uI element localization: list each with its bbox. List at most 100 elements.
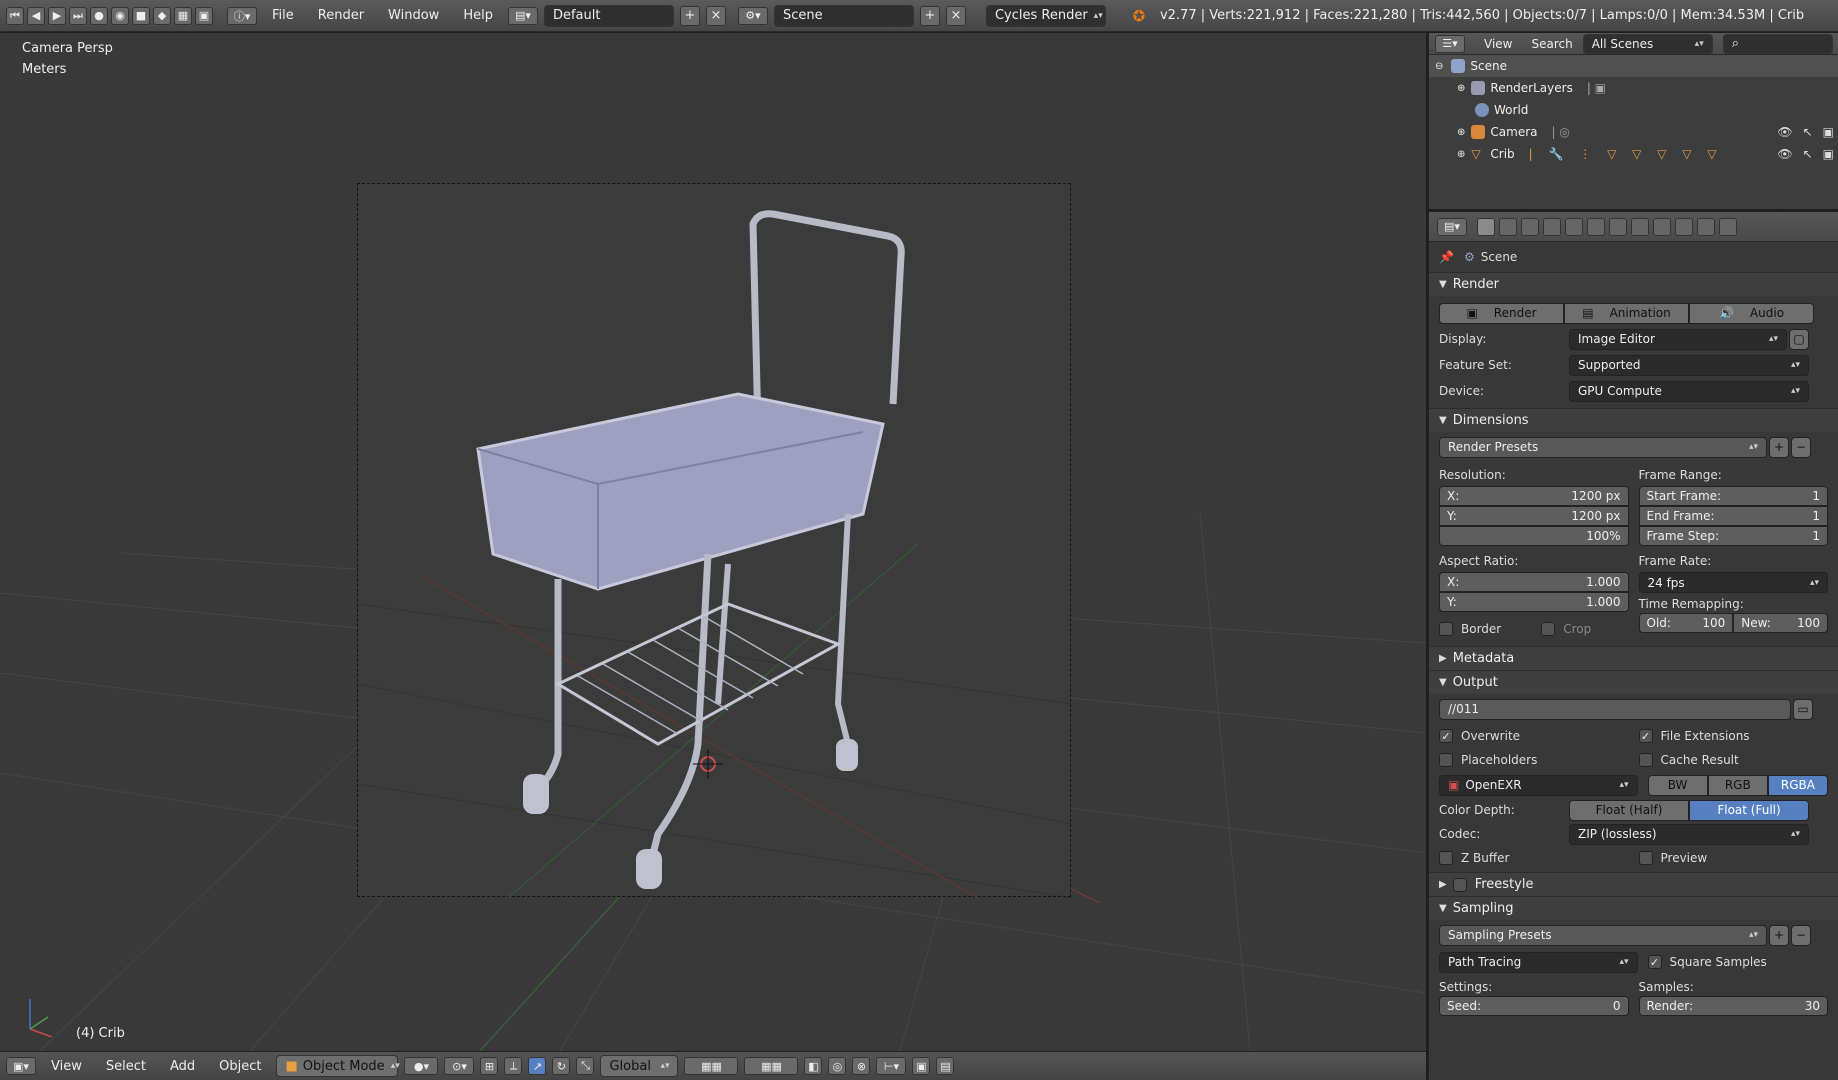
outliner-type-icon[interactable]: ☰▾	[1435, 34, 1465, 53]
sphere-icon[interactable]: ◉	[111, 6, 129, 25]
rotate-icon[interactable]: ↻	[552, 1057, 571, 1075]
mode-dropdown[interactable]: ■ Object Mode ▴▾	[276, 1055, 400, 1077]
expand-icon[interactable]: ⊕	[1457, 127, 1465, 138]
lock-icon[interactable]: ◧	[804, 1057, 823, 1075]
outliner-filter-dropdown[interactable]: All Scenes ▴▾	[1582, 33, 1713, 54]
collapse-icon[interactable]: ⊖	[1435, 61, 1443, 72]
expand-icon[interactable]: ⊕	[1457, 83, 1465, 94]
scene-field[interactable]: Scene	[773, 4, 914, 27]
frame-rate-dropdown[interactable]: 24 fps ▴▾	[1638, 572, 1828, 593]
outliner-row-crib[interactable]: ⊕ ▽ Crib | 🔧 ⋮ ▽ ▽ ▽ ▽ ▽ 👁 ↖ ▣	[1429, 143, 1838, 165]
constraints-tab-icon[interactable]	[1587, 217, 1605, 236]
remove-layout-button[interactable]: ×	[705, 5, 726, 26]
file-ext-checkbox[interactable]: ✓	[1638, 729, 1653, 743]
menu-view[interactable]: View	[42, 1059, 91, 1074]
layers-icon-2[interactable]: ▦▦	[744, 1057, 799, 1075]
zbuffer-checkbox[interactable]	[1439, 851, 1453, 865]
feature-dropdown[interactable]: Supported ▴▾	[1569, 354, 1809, 376]
channel-rgb-button[interactable]: RGB	[1707, 774, 1768, 796]
outliner-menu-search[interactable]: Search	[1531, 37, 1572, 51]
jump-start-icon[interactable]: ⏮	[6, 6, 24, 25]
prev-frame-icon[interactable]: ◀	[27, 6, 45, 25]
eye-icon[interactable]: 👁	[1777, 147, 1792, 161]
menu-object[interactable]: Object	[210, 1059, 270, 1074]
outliner-row-world[interactable]: World	[1429, 99, 1838, 121]
render-button[interactable]: ▣ Render	[1439, 302, 1564, 324]
device-dropdown[interactable]: GPU Compute ▴▾	[1569, 380, 1809, 402]
display-window-button[interactable]: ▢	[1789, 328, 1809, 350]
aspect-y-field[interactable]: Y: 1.000	[1439, 592, 1629, 612]
remap-new-field[interactable]: New: 100	[1733, 613, 1828, 633]
jump-end-icon[interactable]: ⏭	[69, 6, 87, 25]
panel-metadata-header[interactable]: ▶ Metadata	[1429, 646, 1838, 670]
animation-button[interactable]: ▤ Animation	[1564, 302, 1689, 324]
render-toggle-icon[interactable]: ▣	[1823, 147, 1834, 161]
world-tab-icon[interactable]	[1543, 217, 1561, 236]
square-samples-checkbox[interactable]: ✓	[1647, 955, 1662, 969]
render-engine-dropdown[interactable]: Cycles Render ▴▾	[985, 4, 1106, 27]
end-frame-field[interactable]: End Frame: 1	[1638, 506, 1828, 526]
res-y-field[interactable]: Y: 1200 px	[1439, 506, 1629, 526]
render-icon[interactable]: ▣	[912, 1057, 931, 1075]
eye-icon[interactable]: 👁	[1777, 125, 1792, 139]
frame-step-field[interactable]: Frame Step: 1	[1638, 526, 1828, 546]
render-anim-icon[interactable]: ▤	[936, 1057, 955, 1075]
remove-preset-button[interactable]: −	[1791, 436, 1811, 458]
depth-half-button[interactable]: Float (Half)	[1569, 799, 1689, 821]
editor-type-icon[interactable]: ▣▾	[6, 1057, 36, 1075]
integrator-dropdown[interactable]: Path Tracing ▴▾	[1439, 951, 1638, 973]
panel-sampling-header[interactable]: ▼ Sampling	[1429, 896, 1838, 920]
scale-icon[interactable]: ⤡	[576, 1057, 595, 1075]
pivot-icon[interactable]: ⊙▾	[444, 1057, 475, 1075]
res-percent-field[interactable]: 100%	[1439, 526, 1629, 546]
proportional-icon[interactable]: ◎	[828, 1057, 847, 1075]
layout-field[interactable]: Default	[543, 4, 674, 27]
snap-element-icon[interactable]: ⊢▾	[876, 1057, 907, 1075]
modifiers-tab-icon[interactable]	[1609, 217, 1627, 236]
seed-field[interactable]: Seed: 0	[1439, 996, 1629, 1016]
outliner-search-input[interactable]: ⌕	[1722, 33, 1833, 54]
res-x-field[interactable]: X: 1200 px	[1439, 486, 1629, 506]
physics-tab-icon[interactable]	[1719, 217, 1737, 236]
play-icon[interactable]: ▶	[48, 6, 66, 25]
layers-icon[interactable]: ▦▦	[684, 1057, 739, 1075]
layout-icon[interactable]: ▤▾	[507, 6, 538, 25]
border-checkbox[interactable]	[1439, 622, 1453, 636]
menu-help[interactable]: Help	[454, 8, 502, 23]
menu-add[interactable]: Add	[161, 1059, 204, 1074]
outliner-row-camera[interactable]: ⊕ Camera | ◎ 👁 ↖ ▣	[1429, 121, 1838, 143]
render-samples-field[interactable]: Render: 30	[1638, 996, 1828, 1016]
manipulator-icon[interactable]: ⟂	[504, 1057, 523, 1075]
aspect-x-field[interactable]: X: 1.000	[1439, 572, 1629, 592]
outliner-menu-view[interactable]: View	[1475, 37, 1521, 51]
outliner-row-scene[interactable]: ⊖ Scene	[1429, 55, 1838, 77]
panel-render-header[interactable]: ▼ Render	[1429, 272, 1838, 296]
audio-button[interactable]: 🔊 Audio	[1689, 302, 1814, 324]
camera-icon[interactable]: ▣	[195, 6, 213, 25]
folder-icon[interactable]: ▭	[1793, 698, 1813, 720]
orientation-dropdown[interactable]: Global ▴▾	[600, 1055, 679, 1077]
properties-type-icon[interactable]: ▤▾	[1437, 217, 1467, 236]
texture-tab-icon[interactable]	[1675, 217, 1693, 236]
render-tab-icon[interactable]	[1477, 217, 1495, 236]
channel-rgba-button[interactable]: RGBA	[1767, 774, 1829, 796]
shield-icon[interactable]: ◆	[153, 6, 171, 25]
translate-icon[interactable]: ↗	[528, 1057, 547, 1075]
freestyle-checkbox[interactable]	[1452, 877, 1467, 892]
menu-window[interactable]: Window	[379, 8, 448, 23]
overwrite-checkbox[interactable]: ✓	[1439, 729, 1453, 743]
panel-output-header[interactable]: ▼ Output	[1429, 670, 1838, 694]
menu-render[interactable]: Render	[309, 8, 373, 23]
menu-select[interactable]: Select	[97, 1059, 155, 1074]
shading-icon[interactable]: ●▾	[404, 1057, 439, 1075]
cursor-icon[interactable]: ↖	[1803, 147, 1813, 161]
codec-dropdown[interactable]: ZIP (lossless) ▴▾	[1569, 823, 1809, 845]
scene-icon[interactable]: ⚙▾	[737, 6, 768, 25]
checker-icon[interactable]: ▦	[174, 6, 192, 25]
particles-tab-icon[interactable]	[1697, 217, 1715, 236]
channel-bw-button[interactable]: BW	[1647, 774, 1708, 796]
material-tab-icon[interactable]	[1653, 217, 1671, 236]
object-tab-icon[interactable]	[1565, 217, 1583, 236]
start-frame-field[interactable]: Start Frame: 1	[1638, 486, 1828, 506]
record-icon[interactable]: ●	[90, 6, 108, 25]
